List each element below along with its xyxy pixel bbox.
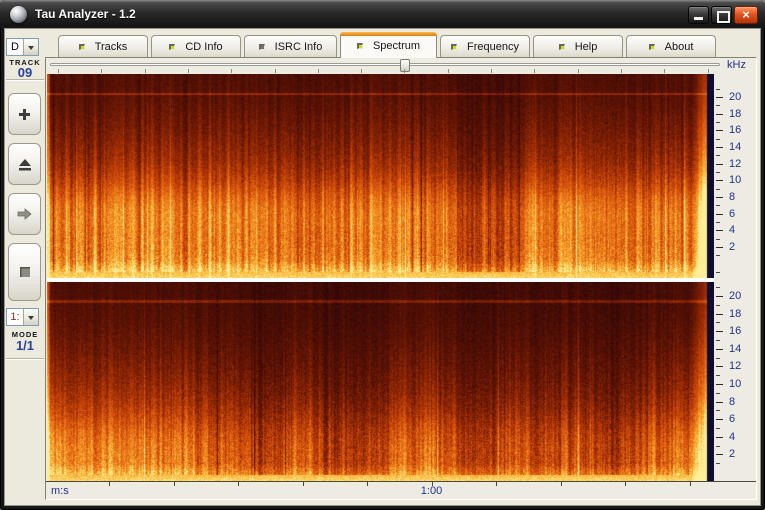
freq-axis-top: 2018161412108642 xyxy=(714,74,756,278)
ratio-select-value: 1: xyxy=(7,311,23,323)
add-button[interactable] xyxy=(8,93,41,135)
plus-icon xyxy=(18,108,31,121)
tab-led-icon xyxy=(169,44,175,50)
time-tick-label: 1:00 xyxy=(414,485,450,497)
close-button[interactable]: × xyxy=(734,6,758,24)
dropdown-arrow-icon[interactable] xyxy=(23,309,38,325)
tab-bar: Tracks CD Info ISRC Info Spectrum Freque… xyxy=(58,34,716,57)
spectrogram-bottom xyxy=(47,282,714,481)
mode-value: 1/1 xyxy=(5,338,45,353)
client-area: Tracks CD Info ISRC Info Spectrum Freque… xyxy=(4,28,761,506)
app-icon xyxy=(10,6,27,23)
window-title: Tau Analyzer - 1.2 xyxy=(35,7,136,21)
eject-icon xyxy=(18,158,32,171)
tab-frequency[interactable]: Frequency xyxy=(440,35,530,57)
dropdown-arrow-icon[interactable] xyxy=(23,39,38,55)
tab-led-icon xyxy=(79,44,85,50)
sidebar-divider xyxy=(6,79,44,81)
spectrogram-top xyxy=(47,74,714,278)
tab-label: Frequency xyxy=(467,41,519,53)
stop-icon xyxy=(20,267,30,277)
time-unit-label: m:s xyxy=(51,485,69,497)
tab-about[interactable]: About xyxy=(626,35,716,57)
tab-help[interactable]: Help xyxy=(533,35,623,57)
tab-label: Spectrum xyxy=(373,40,420,52)
drive-select-value: D xyxy=(7,41,23,53)
tab-tracks[interactable]: Tracks xyxy=(58,35,148,57)
drive-select[interactable]: D xyxy=(6,38,39,56)
next-button[interactable] xyxy=(8,193,41,235)
window-controls: × xyxy=(688,6,758,24)
minimize-button[interactable] xyxy=(688,6,709,24)
tab-label: Tracks xyxy=(95,41,128,53)
tab-cd-info[interactable]: CD Info xyxy=(151,35,241,57)
tab-led-icon xyxy=(259,44,265,50)
zoom-slider[interactable] xyxy=(46,58,726,74)
spectrum-panel: kHz 2018161412108642 2018161412108642 m:… xyxy=(45,57,757,500)
track-number: 09 xyxy=(5,65,45,80)
eject-button[interactable] xyxy=(8,143,41,185)
ratio-select[interactable]: 1: xyxy=(6,308,39,326)
tab-label: About xyxy=(665,41,694,53)
time-axis: m:s 1:00 xyxy=(46,481,756,499)
tab-led-icon xyxy=(451,44,457,50)
khz-axis-title: kHz xyxy=(727,59,746,71)
tab-label: CD Info xyxy=(185,41,222,53)
title-bar[interactable]: Tau Analyzer - 1.2 × xyxy=(0,0,765,28)
arrow-right-icon xyxy=(17,208,32,220)
tab-label: ISRC Info xyxy=(275,41,323,53)
tab-led-icon xyxy=(559,44,565,50)
tab-label: Help xyxy=(575,41,598,53)
tab-led-icon xyxy=(649,44,655,50)
tab-led-icon xyxy=(357,43,363,49)
tab-isrc-info[interactable]: ISRC Info xyxy=(244,35,337,57)
maximize-button[interactable] xyxy=(711,6,732,24)
app-window: Tau Analyzer - 1.2 × Tracks CD Info ISRC… xyxy=(0,0,765,510)
sidebar-divider xyxy=(6,358,44,360)
slider-track[interactable] xyxy=(50,63,720,66)
freq-axis-bottom: 2018161412108642 xyxy=(714,282,756,481)
tab-spectrum[interactable]: Spectrum xyxy=(340,32,437,58)
stop-button[interactable] xyxy=(8,243,41,301)
